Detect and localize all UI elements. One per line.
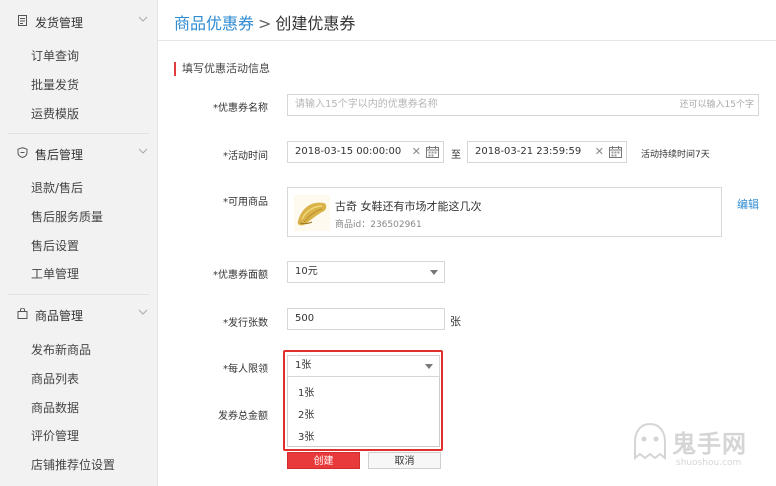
end-time-value: 2018-03-21 23:59:59 xyxy=(475,146,582,157)
bag-icon xyxy=(17,308,28,319)
range-separator: 至 xyxy=(451,150,461,161)
coupon-name-input[interactable]: 请输入15个字以内的优惠券名称 还可以输入15个字 xyxy=(287,94,759,116)
sidebar-item-product-list[interactable]: 商品列表 xyxy=(31,370,79,387)
start-time-value: 2018-03-15 00:00:00 xyxy=(295,146,402,157)
coupon-amount-value: 10元 xyxy=(295,266,318,277)
sidebar-item-reviews[interactable]: 评价管理 xyxy=(31,427,79,444)
calendar-icon[interactable] xyxy=(426,146,439,158)
limit-dropdown-list: 1张 2张 3张 xyxy=(287,377,440,447)
duration-note: 活动持续时间7天 xyxy=(641,150,710,160)
cancel-button[interactable]: 取消 xyxy=(368,452,441,469)
document-icon xyxy=(18,15,27,26)
product-name: 古奇 女鞋还有市场才能这几次 xyxy=(335,200,482,213)
per-person-limit-value: 1张 xyxy=(295,360,312,371)
sidebar-item-batch-ship[interactable]: 批量发货 xyxy=(31,76,79,93)
caret-down-icon xyxy=(425,364,433,369)
product-label: *可用商品 xyxy=(223,197,268,208)
clear-icon[interactable]: ✕ xyxy=(595,142,604,162)
caret-down-icon xyxy=(430,270,438,275)
clear-icon[interactable]: ✕ xyxy=(412,142,421,162)
watermark: 鬼手网 shuoshou.com xyxy=(632,420,772,480)
dropdown-option[interactable]: 3张 xyxy=(298,428,314,443)
per-person-limit-select[interactable]: 1张 xyxy=(287,355,440,377)
calendar-icon[interactable] xyxy=(609,146,622,158)
start-time-input[interactable]: 2018-03-15 00:00:00 ✕ xyxy=(287,141,444,163)
sidebar-item-service-quality[interactable]: 售后服务质量 xyxy=(31,208,103,225)
chevron-down-icon xyxy=(138,309,148,315)
divider xyxy=(8,133,149,134)
activity-time-label: *活动时间 xyxy=(223,151,268,162)
sidebar-item-new-product[interactable]: 发布新商品 xyxy=(31,341,91,358)
page: 发货管理 订单查询 批量发货 运费模版 售后管理 退款/售后 售后服务质量 售后… xyxy=(0,0,776,486)
issue-count-value: 500 xyxy=(295,313,315,324)
sidebar: 发货管理 订单查询 批量发货 运费模版 售后管理 退款/售后 售后服务质量 售后… xyxy=(0,0,158,486)
sidebar-item-product-data[interactable]: 商品数据 xyxy=(31,399,79,416)
per-person-limit-label: *每人限领 xyxy=(223,364,268,375)
sidebar-group-shipping[interactable]: 发货管理 xyxy=(0,4,158,38)
edit-product-link[interactable]: 编辑 xyxy=(737,196,759,212)
divider xyxy=(158,40,776,41)
sidebar-item-refund[interactable]: 退款/售后 xyxy=(31,179,83,196)
unit-label: 张 xyxy=(450,315,461,328)
coupon-amount-label: *优惠券面额 xyxy=(213,270,268,281)
watermark-subtext: shuoshou.com xyxy=(676,458,742,468)
create-button[interactable]: 创建 xyxy=(287,452,360,469)
char-count-hint: 还可以输入15个字 xyxy=(679,100,754,110)
product-thumbnail xyxy=(294,195,330,231)
coupon-name-placeholder: 请输入15个字以内的优惠券名称 xyxy=(295,99,438,110)
section-title: 填写优惠活动信息 xyxy=(174,62,270,76)
issue-count-label: *发行张数 xyxy=(223,318,268,329)
shield-icon xyxy=(17,147,28,158)
watermark-text: 鬼手网 xyxy=(672,430,747,458)
sidebar-group-title: 发货管理 xyxy=(35,16,84,30)
page-title: 创建优惠券 xyxy=(275,14,356,33)
sidebar-group-title: 商品管理 xyxy=(35,309,84,323)
coupon-name-label: *优惠券名称 xyxy=(213,103,268,114)
total-amount-label: 发券总金额 xyxy=(218,411,268,422)
breadcrumb-separator: > xyxy=(258,14,272,33)
divider xyxy=(8,294,149,295)
chevron-down-icon xyxy=(138,148,148,154)
product-id: 商品id：236502961 xyxy=(335,220,422,230)
sidebar-group-aftersale[interactable]: 售后管理 xyxy=(0,136,158,170)
end-time-input[interactable]: 2018-03-21 23:59:59 ✕ xyxy=(467,141,627,163)
coupon-amount-select[interactable]: 10元 xyxy=(287,261,445,283)
issue-count-input[interactable]: 500 xyxy=(287,308,445,330)
sidebar-item-order-query[interactable]: 订单查询 xyxy=(31,47,79,64)
breadcrumb-parent-link[interactable]: 商品优惠券 xyxy=(174,14,254,33)
product-card: 古奇 女鞋还有市场才能这几次 商品id：236502961 xyxy=(287,187,722,237)
sidebar-item-store-recommend[interactable]: 店铺推荐位设置 xyxy=(31,456,115,473)
dropdown-option[interactable]: 1张 xyxy=(298,384,314,399)
sidebar-item-work-orders[interactable]: 工单管理 xyxy=(31,265,79,282)
sidebar-item-freight-template[interactable]: 运费模版 xyxy=(31,105,79,122)
sidebar-group-products[interactable]: 商品管理 xyxy=(0,297,158,331)
breadcrumb: 商品优惠券 > 创建优惠券 xyxy=(174,10,355,34)
ghost-logo-icon xyxy=(634,422,666,461)
sidebar-group-title: 售后管理 xyxy=(35,148,84,162)
chevron-down-icon xyxy=(138,16,148,22)
sidebar-item-aftersale-settings[interactable]: 售后设置 xyxy=(31,237,79,254)
dropdown-option[interactable]: 2张 xyxy=(298,406,314,421)
